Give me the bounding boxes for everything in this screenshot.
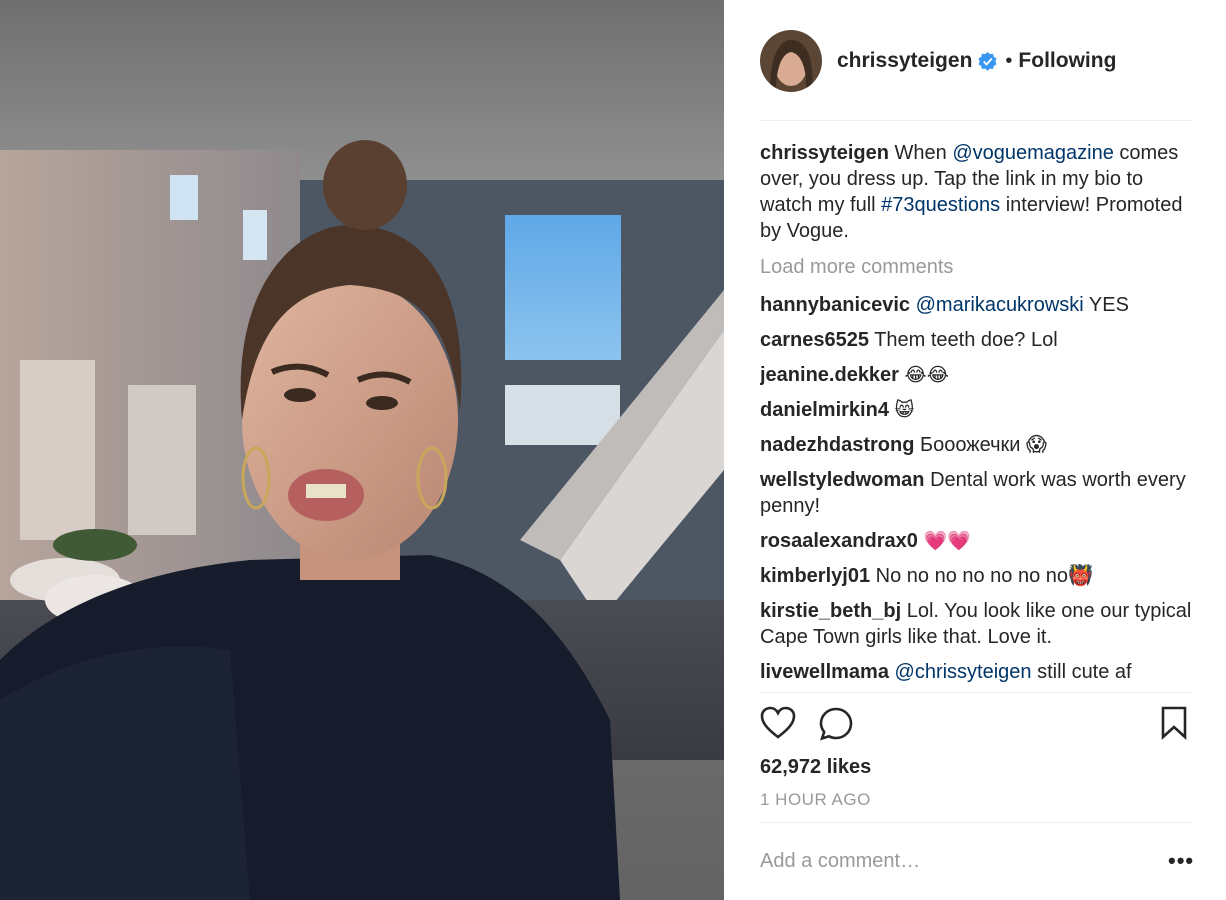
- divider: [760, 692, 1192, 693]
- comment-username[interactable]: wellstyledwoman: [760, 469, 925, 491]
- comment-item: nadezhdastrong Бооожечки 😱: [760, 432, 1200, 458]
- caption-text-prefix: When: [894, 142, 953, 164]
- comment-mention-link[interactable]: @chrissyteigen: [895, 661, 1032, 683]
- comment-bubble-icon[interactable]: [818, 706, 854, 747]
- comment-text: 💗💗: [923, 530, 971, 552]
- comment-item: danielmirkin4 😸: [760, 397, 1200, 423]
- comment-text: YES: [1083, 294, 1129, 316]
- comment-item: wellstyledwoman Dental work was worth ev…: [760, 467, 1200, 519]
- comment-mention-link[interactable]: @marikacukrowski: [916, 294, 1084, 316]
- caption-mention-link[interactable]: @voguemagazine: [952, 142, 1114, 164]
- add-comment-input[interactable]: Add a comment…: [760, 850, 1140, 873]
- comment-text: 😂😂: [904, 364, 949, 386]
- comment-username[interactable]: jeanine.dekker: [760, 364, 899, 386]
- divider: [760, 120, 1192, 121]
- comment-username[interactable]: hannybanicevic: [760, 294, 910, 316]
- comment-username[interactable]: livewellmama: [760, 661, 889, 683]
- comment-username[interactable]: danielmirkin4: [760, 399, 889, 421]
- comment-text: 😸: [894, 399, 915, 421]
- post-author-username[interactable]: chrissyteigen: [837, 49, 972, 73]
- post-header: chrissyteigen • Following: [760, 30, 1116, 92]
- post-photo[interactable]: [0, 0, 724, 900]
- caption-hashtag-link[interactable]: #73questions: [881, 194, 1000, 216]
- comment-item: jeanine.dekker 😂😂: [760, 362, 1200, 388]
- comment-item: hannybanicevic @marikacukrowski YES: [760, 292, 1200, 318]
- bookmark-icon[interactable]: [1160, 706, 1188, 745]
- post-timestamp[interactable]: 1 HOUR AGO: [760, 790, 871, 810]
- comment-username[interactable]: kimberlyj01: [760, 565, 870, 587]
- comments-list[interactable]: chrissyteigen When @voguemagazine comes …: [760, 140, 1200, 690]
- post-actions: [760, 706, 1187, 747]
- separator-dot: •: [1005, 49, 1013, 72]
- post-side-panel: chrissyteigen • Following chrissyteigen …: [724, 0, 1226, 900]
- heart-icon[interactable]: [760, 706, 796, 745]
- following-button[interactable]: Following: [1018, 49, 1116, 73]
- comment-item: carnes6525 Them teeth doe? Lol: [760, 327, 1200, 353]
- avatar[interactable]: [760, 30, 822, 92]
- comment-text: still cute af: [1031, 661, 1132, 683]
- comment-item: kirstie_beth_bj Lol. You look like one o…: [760, 598, 1200, 650]
- comment-username[interactable]: nadezhdastrong: [760, 434, 914, 456]
- caption-username[interactable]: chrissyteigen: [760, 142, 889, 164]
- divider: [760, 822, 1192, 823]
- likes-count[interactable]: 62,972 likes: [760, 756, 871, 779]
- comment-text: Бооожечки 😱: [920, 434, 1047, 456]
- verified-badge-icon: [978, 51, 998, 71]
- comment-text: Them teeth doe? Lol: [874, 329, 1058, 351]
- comment-item: rosaalexandrax0 💗💗: [760, 528, 1200, 554]
- comment-username[interactable]: carnes6525: [760, 329, 869, 351]
- comment-item: livewellmama @chrissyteigen still cute a…: [760, 659, 1200, 685]
- comment-text: No no no no no no no👹: [875, 565, 1093, 587]
- post-caption: chrissyteigen When @voguemagazine comes …: [760, 140, 1200, 244]
- comment-item: kimberlyj01 No no no no no no no👹: [760, 563, 1200, 589]
- load-more-comments-button[interactable]: Load more comments: [760, 254, 1200, 280]
- more-options-icon[interactable]: •••: [1168, 848, 1194, 874]
- comment-username[interactable]: kirstie_beth_bj: [760, 600, 901, 622]
- comment-username[interactable]: rosaalexandrax0: [760, 530, 918, 552]
